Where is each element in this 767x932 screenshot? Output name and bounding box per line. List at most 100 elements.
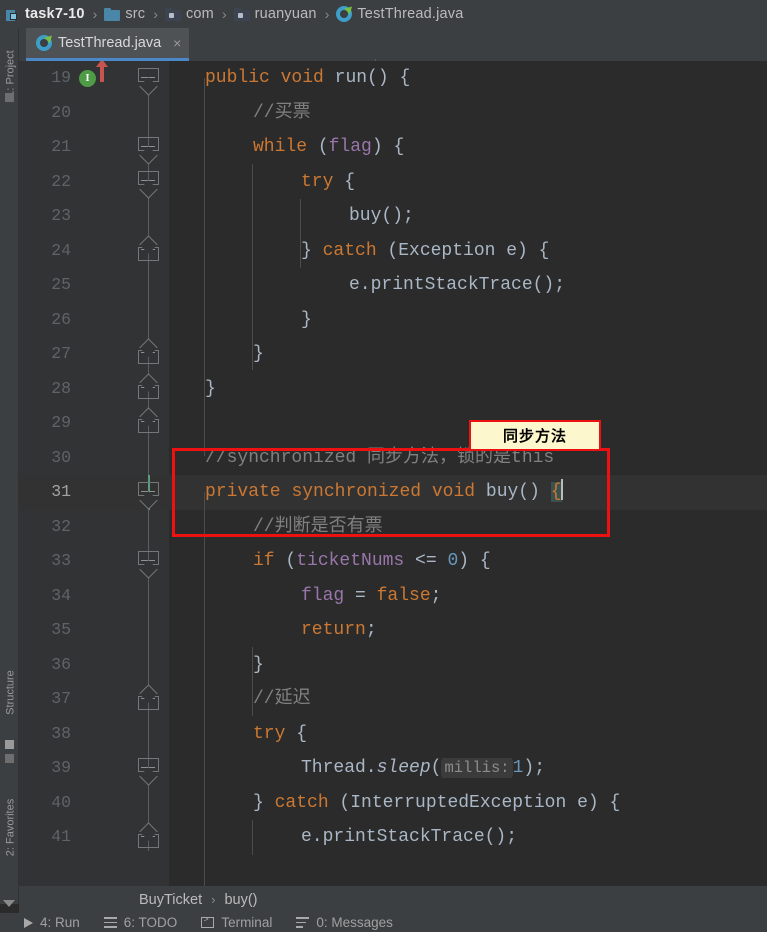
tool-window-button-todo[interactable]: 6: TODO: [103, 915, 178, 930]
breadcrumb-item-src[interactable]: src: [104, 0, 145, 28]
breadcrumb-label: com: [185, 6, 214, 22]
code-line-24: } catch (Exception e) {: [301, 240, 550, 261]
source-folder-icon: [104, 7, 121, 21]
line-number: 21: [51, 137, 71, 156]
code-line-39: Thread.sleep(millis: 1);: [301, 758, 545, 778]
code-line-27: }: [253, 344, 264, 364]
editor-tab-bar: TestThread.java ×: [19, 28, 767, 61]
tool-window-label: 6: TODO: [123, 915, 178, 930]
annotation-note-label: 同步方法: [502, 427, 567, 445]
run-icon: [24, 917, 33, 928]
stripe-decoration: [5, 740, 14, 749]
line-number: 39: [51, 758, 71, 777]
line-number: 32: [51, 516, 71, 536]
collapse-arrow-icon[interactable]: [3, 900, 15, 907]
fold-marker-close[interactable]: [138, 412, 159, 433]
annotation-note-box: 同步方法: [469, 420, 601, 451]
breadcrumb-label: TestThread.java: [357, 6, 464, 22]
editor-tab-testthread[interactable]: TestThread.java ×: [26, 28, 190, 61]
code-line-38: try {: [253, 723, 308, 744]
code-line-19: public void run() {: [205, 68, 411, 88]
tool-window-label: 4: Run: [40, 915, 80, 930]
tool-window-button-run[interactable]: 4: Run: [24, 915, 80, 930]
breadcrumb-item-module[interactable]: task7-10: [6, 0, 85, 28]
navigation-breadcrumb: task7-10 › src › com › ruanyuan › TestTh…: [0, 0, 767, 28]
code-line-36: }: [253, 654, 264, 675]
tool-window-button-messages[interactable]: 0: Messages: [296, 915, 393, 930]
breadcrumb-label: task7-10: [25, 6, 85, 22]
fold-marker-open[interactable]: [138, 137, 159, 158]
fold-marker-open[interactable]: [138, 758, 159, 779]
code-line-32: //判断是否有票: [253, 516, 383, 537]
breadcrumb-label: src: [125, 6, 146, 22]
line-number: 20: [51, 102, 71, 122]
code-line-40: } catch (InterruptedException e) {: [253, 792, 621, 813]
line-number: 29: [51, 413, 71, 432]
breadcrumb-separator: ›: [211, 892, 216, 907]
terminal-icon: [201, 915, 215, 928]
fold-marker-close[interactable]: [138, 378, 159, 399]
fold-marker-open[interactable]: [138, 482, 159, 503]
code-text-area[interactable]: public void run() { //买票 while (flag) { …: [169, 61, 767, 886]
editor-structure-breadcrumb: BuyTicket › buy(): [19, 886, 767, 913]
parameter-hint: millis:: [441, 758, 513, 778]
breadcrumb-class[interactable]: BuyTicket: [139, 892, 202, 908]
package-folder-icon: [233, 7, 250, 21]
module-icon: [6, 7, 20, 21]
line-number: 37: [51, 689, 71, 708]
line-number: 36: [51, 654, 71, 674]
code-line-31: private synchronized void buy() {: [205, 475, 563, 510]
tool-window-button-terminal[interactable]: Terminal: [201, 915, 272, 930]
breadcrumb-method[interactable]: buy(): [224, 892, 257, 908]
tool-window-label: Terminal: [221, 915, 273, 930]
tool-button-structure[interactable]: Structure: [2, 654, 21, 732]
line-number: 35: [51, 620, 71, 639]
fold-marker-close[interactable]: [138, 343, 159, 364]
line-number: 28: [51, 378, 71, 398]
line-number: 22: [51, 171, 71, 191]
code-line-21: while (flag) {: [253, 137, 405, 157]
breadcrumb-separator: ›: [92, 6, 98, 22]
implements-method-icon[interactable]: I: [79, 70, 96, 87]
code-line-35: return;: [301, 620, 377, 640]
ide-window: task7-10 › src › com › ruanyuan › TestTh…: [0, 0, 767, 932]
line-number: 33: [51, 551, 71, 570]
code-line-23: buy();: [349, 206, 414, 226]
code-line-20: //买票: [253, 102, 311, 123]
breadcrumb-separator: ›: [221, 6, 227, 22]
breadcrumb-separator: ›: [324, 6, 330, 22]
line-number: 25: [51, 275, 71, 294]
code-editor[interactable]: 19 20 21 22 23 24 25 26 27 28 29 30 31 3…: [19, 61, 767, 886]
code-line-37: //延迟: [253, 689, 311, 709]
line-number: 23: [51, 206, 71, 225]
fold-marker-close[interactable]: [138, 689, 159, 710]
todo-icon: [103, 917, 117, 928]
fold-marker-open[interactable]: [138, 171, 159, 192]
fold-marker-close[interactable]: [138, 240, 159, 261]
breadcrumb-item-com[interactable]: com: [164, 0, 214, 28]
breadcrumb-separator: ›: [153, 6, 158, 22]
tool-button-favorites[interactable]: 2: Favorites: [2, 787, 21, 869]
java-class-icon: [336, 3, 356, 22]
line-number: 26: [51, 309, 71, 329]
java-class-icon: [36, 32, 55, 51]
line-number: 19: [51, 68, 71, 87]
line-number: 30: [51, 447, 71, 467]
overriding-method-arrow-icon[interactable]: [96, 61, 108, 82]
code-line-33: if (ticketNums <= 0) {: [253, 551, 491, 571]
breadcrumb-item-file[interactable]: TestThread.java: [336, 0, 463, 28]
text-caret: [560, 479, 563, 500]
fold-marker-close[interactable]: [138, 827, 159, 848]
fold-marker-open[interactable]: [138, 68, 159, 89]
editor-tab-label: TestThread.java: [58, 35, 162, 51]
code-line-28: }: [205, 378, 216, 399]
code-line-22: try {: [301, 171, 356, 192]
stripe-decoration: [5, 754, 14, 763]
package-folder-icon: [164, 7, 181, 21]
stripe-decoration: [5, 93, 14, 102]
tool-window-bar: 4: Run 6: TODO Terminal 0: Messages: [0, 913, 767, 932]
breadcrumb-item-ruanyuan[interactable]: ruanyuan: [233, 0, 317, 28]
fold-marker-open[interactable]: [138, 551, 159, 572]
line-number: 40: [51, 792, 71, 812]
close-icon[interactable]: ×: [173, 35, 181, 51]
